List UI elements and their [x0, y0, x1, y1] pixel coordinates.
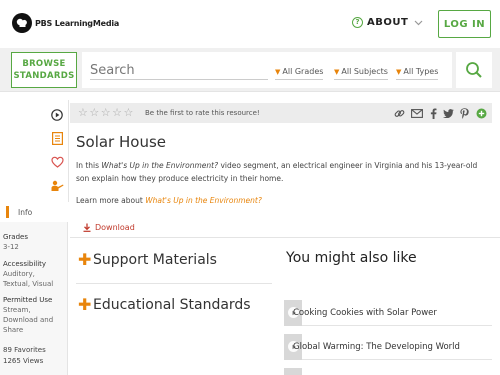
grades-meta: Grades 3-12	[3, 232, 28, 252]
related-item[interactable]	[284, 368, 492, 375]
document-button[interactable]	[50, 131, 64, 145]
series-name: What's Up in the Environment?	[101, 161, 219, 170]
play-button[interactable]	[50, 108, 64, 122]
star-icon[interactable]: ☆	[89, 107, 99, 119]
login-button[interactable]: LOG IN	[438, 10, 491, 38]
plus-icon: ✚	[78, 250, 92, 269]
divider	[70, 237, 500, 238]
link-button[interactable]	[393, 107, 405, 119]
search-icon	[466, 62, 482, 78]
email-button[interactable]	[411, 107, 423, 119]
pbs-head-icon	[12, 13, 32, 33]
caret-down-icon: ▼	[396, 67, 402, 76]
divider	[76, 283, 272, 284]
permitted-use-value: Download and	[3, 316, 54, 324]
favorite-button[interactable]	[50, 155, 64, 169]
grades-filter-label: All Grades	[282, 67, 324, 76]
grades-label: Grades	[3, 233, 28, 241]
facebook-button[interactable]	[427, 107, 439, 119]
related-item[interactable]: Cooking Cookies with Solar Power	[284, 300, 492, 326]
pbs-logo[interactable]: PBS LearningMedia	[12, 13, 119, 33]
subjects-filter[interactable]: ▼ All Subjects	[334, 67, 388, 80]
pinterest-icon	[459, 107, 469, 119]
favorites-count: 89 Favorites	[3, 346, 46, 354]
educational-standards-label: Educational Standards	[93, 297, 251, 313]
star-rating[interactable]: ☆ ☆ ☆ ☆ ☆	[78, 107, 135, 119]
about-label: ABOUT	[367, 17, 409, 28]
browse-line1: BROWSE	[22, 59, 66, 69]
star-icon[interactable]: ☆	[78, 107, 88, 119]
info-icon	[6, 206, 9, 218]
description-text: In this	[76, 161, 102, 170]
search-button[interactable]	[456, 52, 492, 88]
support-materials-label: Support Materials	[93, 252, 217, 268]
teacher-button[interactable]	[50, 179, 64, 193]
caret-down-icon: ▼	[334, 67, 340, 76]
link-icon	[394, 109, 404, 117]
permitted-use-label: Permitted Use	[3, 296, 53, 304]
logo-text: PBS LearningMedia	[35, 18, 120, 28]
info-panel: Info Grades 3-12 Accessibility Auditory,…	[0, 202, 68, 375]
permitted-use-meta: Permitted Use Stream, Download and Share	[3, 295, 53, 335]
caret-down-icon: ▼	[275, 67, 281, 76]
browse-standards-button[interactable]: BROWSE STANDARDS	[11, 52, 77, 88]
help-circle-icon: ?	[352, 17, 363, 28]
resource-title: Solar House	[76, 133, 166, 151]
facebook-icon	[430, 108, 436, 119]
download-button[interactable]: Download	[83, 223, 135, 232]
add-circle-icon	[476, 108, 486, 118]
download-icon	[83, 223, 91, 232]
types-filter-label: All Types	[403, 67, 439, 76]
resource-description: In this What's Up in the Environment? vi…	[76, 159, 490, 185]
info-tab-label: Info	[18, 208, 33, 217]
page: PBS LearningMedia ? ABOUT LOG IN BROWSE …	[0, 0, 500, 375]
search-box: ▼ All Grades ▼ All Subjects ▼ All Types	[82, 52, 452, 88]
resource-actions	[44, 100, 69, 202]
play-icon	[51, 109, 63, 121]
document-icon	[51, 131, 63, 145]
download-label: Download	[95, 223, 135, 232]
pinterest-button[interactable]	[458, 107, 470, 119]
permitted-use-value: Stream,	[3, 306, 31, 314]
permitted-use-value: Share	[3, 326, 24, 334]
site-header: PBS LearningMedia ? ABOUT LOG IN	[0, 0, 500, 48]
support-materials-section[interactable]: ✚ Support Materials	[78, 250, 217, 269]
learn-more: Learn more about What's Up in the Enviro…	[76, 196, 262, 205]
types-filter[interactable]: ▼ All Types	[396, 67, 439, 80]
grades-value: 3-12	[3, 243, 19, 251]
accessibility-value: Auditory,	[3, 270, 35, 278]
teacher-icon	[51, 180, 63, 191]
learn-more-prefix: Learn more about	[76, 196, 146, 205]
related-item-title: Cooking Cookies with Solar Power	[293, 308, 437, 318]
grades-filter[interactable]: ▼ All Grades	[275, 67, 324, 80]
accessibility-value: Textual, Visual	[3, 280, 54, 288]
search-bar: BROWSE STANDARDS ▼ All Grades ▼ All Subj…	[0, 48, 500, 92]
add-button[interactable]	[475, 107, 487, 119]
related-thumbnail	[284, 368, 302, 375]
educational-standards-section[interactable]: ✚ Educational Standards	[78, 295, 251, 314]
twitter-button[interactable]	[442, 107, 454, 119]
views-count: 1265 Views	[3, 357, 44, 365]
twitter-icon	[442, 108, 454, 118]
plus-icon: ✚	[78, 295, 92, 314]
heart-icon	[50, 156, 64, 168]
star-icon[interactable]: ☆	[112, 107, 122, 119]
about-menu[interactable]: ? ABOUT	[352, 17, 423, 28]
rating-prompt: Be the first to rate this resource!	[145, 109, 260, 117]
related-item[interactable]: Global Warming: The Developing World	[284, 334, 492, 360]
series-link[interactable]: What's Up in the Environment?	[145, 196, 262, 205]
info-tab[interactable]: Info	[0, 202, 68, 222]
related-title: You might also like	[286, 250, 417, 266]
rating-bar: ☆ ☆ ☆ ☆ ☆ Be the first to rate this reso…	[70, 103, 492, 123]
star-icon[interactable]: ☆	[124, 107, 134, 119]
search-input[interactable]	[90, 62, 268, 80]
browse-line2: STANDARDS	[13, 71, 75, 81]
star-icon[interactable]: ☆	[101, 107, 111, 119]
accessibility-label: Accessibility	[3, 260, 47, 268]
related-item-title: Global Warming: The Developing World	[293, 342, 460, 352]
email-icon	[411, 108, 423, 118]
chevron-down-icon	[414, 20, 423, 25]
subjects-filter-label: All Subjects	[341, 67, 388, 76]
accessibility-meta: Accessibility Auditory, Textual, Visual	[3, 259, 53, 289]
